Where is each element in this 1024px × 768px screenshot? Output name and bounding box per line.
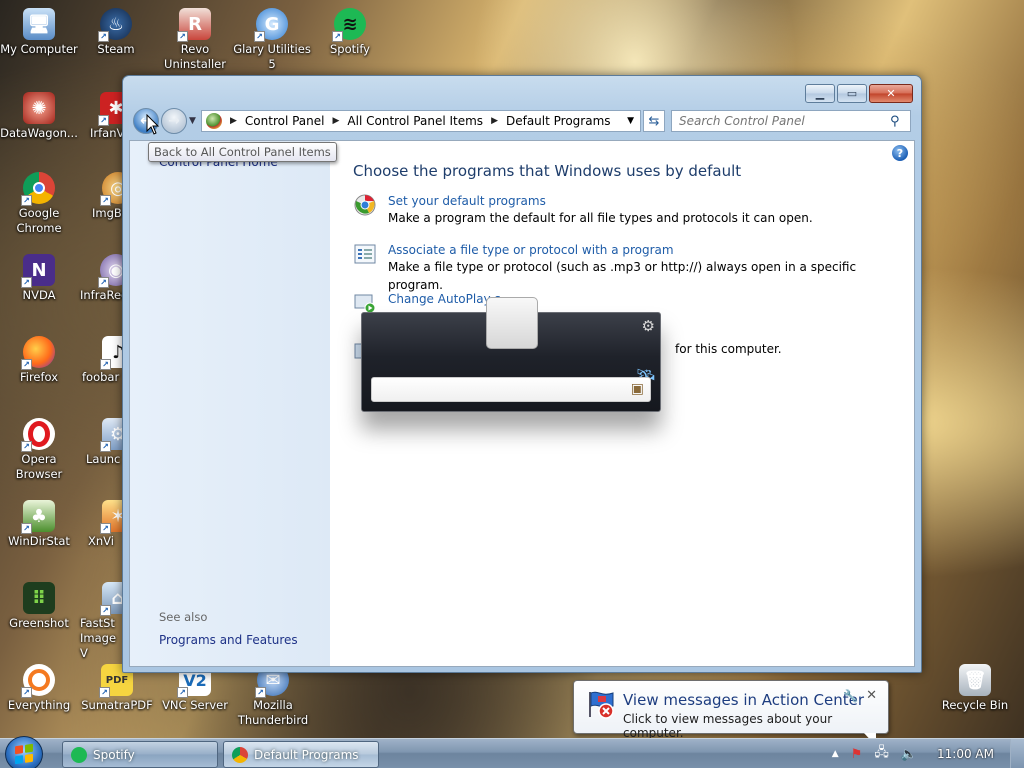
notification-text: Click to view messages about your comput… (623, 712, 833, 740)
file-association-icon (353, 242, 377, 266)
address-bar[interactable]: ▶ Control Panel ▶ All Control Panel Item… (201, 110, 641, 132)
windirstat-icon: ♣ ↗ (21, 500, 55, 534)
notification-title[interactable]: View messages in Action Center (623, 691, 864, 709)
action-center-notification[interactable]: View messages in Action Center Click to … (573, 680, 889, 746)
everything-icon: ↗ (21, 664, 55, 698)
refresh-button[interactable]: ⇆ (643, 110, 665, 132)
left-pane: Control Panel Home See also Programs and… (130, 141, 330, 666)
breadcrumb-separator-icon[interactable]: ▶ (230, 116, 237, 126)
close-icon[interactable]: ✕ (866, 688, 877, 703)
search-box: ⚲ (671, 110, 911, 132)
taskbar-button-spotify[interactable]: Spotify (62, 741, 218, 768)
revo-icon: R ↗ (177, 8, 211, 42)
desktop-icon-everything[interactable]: ↗ Everything (0, 664, 78, 713)
spotify-icon (71, 746, 87, 763)
network-icon[interactable]: 🖧 (874, 743, 889, 765)
desktop-icon-nvda[interactable]: N ↗ NVDA (0, 254, 78, 303)
breadcrumb-separator-icon[interactable]: ▶ (491, 116, 498, 126)
address-dropdown-icon[interactable]: ▼ (627, 116, 634, 126)
desktop-icon-firefox[interactable]: ↗ Firefox (0, 336, 78, 385)
desktop-icon-recycle-bin[interactable]: 🗑 Recycle Bin (936, 664, 1014, 713)
greenshot-icon: ⠿ (23, 582, 55, 614)
breadcrumb-control-panel[interactable]: Control Panel (245, 114, 325, 128)
glary-icon: G ↗ (254, 8, 288, 42)
desktop-icon-launcher[interactable]: ⚙ ↗ Launc (86, 418, 134, 467)
desktop-icon-xnview[interactable]: ✶ ↗ XnVi (88, 500, 134, 549)
desktop-icon-thunderbird[interactable]: ✉ ↗ Mozilla Thunderbird (234, 664, 312, 728)
breadcrumb-separator-icon[interactable]: ▶ (333, 116, 340, 126)
page-title: Choose the programs that Windows uses by… (353, 162, 742, 180)
help-icon[interactable]: ? (892, 145, 908, 161)
show-hidden-icons-icon[interactable]: ▲ (832, 749, 839, 759)
chrome-icon: ↗ (21, 172, 55, 206)
associate-file-type-link[interactable]: Associate a file type or protocol with a… (388, 242, 914, 258)
search-icon[interactable]: ⚲ (890, 114, 906, 129)
desktop-icon-revo[interactable]: R ↗ Revo Uninstaller (156, 8, 234, 72)
program-access-desc: for this computer. (675, 342, 782, 356)
task-set-default-programs: Set your default programs Make a program… (353, 193, 813, 227)
desktop-icon-opera[interactable]: ↗ Opera Browser (0, 418, 78, 482)
minimize-button[interactable]: ▁ (805, 84, 835, 103)
desktop-icon-steam[interactable]: ♨ ↗ Steam (77, 8, 155, 57)
task-associate-file-type: Associate a file type or protocol with a… (353, 242, 914, 294)
associate-file-type-desc: Make a file type or protocol (such as .m… (387, 260, 857, 292)
system-tray: ▲ ⚑ 🖧 🔈 11:00 AM (826, 739, 1024, 768)
close-button[interactable]: ✕ (869, 84, 913, 103)
widget-input-bar[interactable]: ▣ (371, 377, 651, 402)
desktop-icon-datawagon[interactable]: ✺ DataWagon... (0, 92, 78, 141)
wrench-icon[interactable]: 🔧 (843, 689, 858, 703)
volume-icon[interactable]: 🔈 (901, 747, 917, 762)
breadcrumb-default-programs[interactable]: Default Programs (506, 114, 611, 128)
desktop-icon-greenshot[interactable]: ⠿ Greenshot (0, 582, 78, 631)
desktop-icon-faststone[interactable]: ⌂ ↗ FastSt Image V (80, 582, 134, 661)
gear-icon[interactable]: ⚙ (642, 317, 655, 335)
desktop-icon-spotify[interactable]: ≋ ↗ Spotify (311, 8, 389, 57)
desktop-icon-my-computer[interactable]: 🖥 My Computer (0, 8, 78, 57)
taskbar-button-default-programs[interactable]: Default Programs (223, 741, 379, 768)
nvda-icon: N ↗ (21, 254, 55, 288)
desktop-icon-windirstat[interactable]: ♣ ↗ WinDirStat (0, 500, 78, 549)
caption-buttons: ▁ ▭ ✕ (805, 84, 913, 103)
control-panel-icon (206, 113, 222, 129)
search-input[interactable] (679, 112, 890, 130)
forward-button[interactable]: → (161, 108, 187, 134)
start-button[interactable] (5, 736, 43, 768)
programs-and-features-link[interactable]: Programs and Features (159, 633, 298, 647)
control-panel-icon (232, 746, 248, 763)
taskbar: Spotify Default Programs ▲ ⚑ 🖧 🔈 11:00 A… (0, 736, 1024, 768)
navigation-bar: ← → ▼ ▶ Control Panel ▶ All Control Pane… (131, 108, 913, 134)
desktop-icon-infrarecorder[interactable]: ◉ ↗ InfraRec (80, 254, 132, 303)
package-icon: ▣ (630, 381, 644, 397)
computer-icon: 🖥 (23, 8, 55, 40)
breadcrumb-all-items[interactable]: All Control Panel Items (347, 114, 483, 128)
recent-pages-dropdown[interactable]: ▼ (189, 116, 196, 126)
action-center-tray-icon[interactable]: ⚑ (851, 747, 863, 762)
change-autoplay-link[interactable]: Change AutoPlay s (388, 291, 501, 307)
recycle-bin-icon: 🗑 (959, 664, 991, 696)
datawagon-icon: ✺ (23, 92, 55, 124)
desktop-icon-glary[interactable]: G ↗ Glary Utilities 5 (233, 8, 311, 72)
spotify-icon: ≋ ↗ (332, 8, 366, 42)
steam-icon: ♨ ↗ (98, 8, 132, 42)
desktop-icon-chrome[interactable]: ↗ Google Chrome (0, 172, 78, 236)
windows-logo-icon (15, 743, 33, 765)
default-programs-icon (353, 193, 377, 217)
set-default-programs-link[interactable]: Set your default programs (388, 193, 813, 209)
maximize-button[interactable]: ▭ (837, 84, 867, 103)
clock[interactable]: 11:00 AM (937, 747, 994, 761)
overlay-widget: ⚙ 🛰 ▣ (361, 297, 661, 412)
opera-icon: ↗ (21, 418, 55, 452)
desktop-icon-imgburn[interactable]: ◎ ↗ ImgB (80, 172, 134, 221)
show-desktop-button[interactable] (1010, 739, 1024, 768)
back-button-tooltip: Back to All Control Panel Items (148, 142, 337, 162)
set-default-programs-desc: Make a program the default for all file … (388, 211, 813, 225)
firefox-icon: ↗ (21, 336, 55, 370)
see-also-heading: See also (159, 610, 208, 624)
action-center-flag-icon (586, 689, 618, 721)
desktop-icon-foobar[interactable]: ♪ ↗ foobar (82, 336, 134, 385)
widget-handle[interactable] (486, 297, 538, 349)
mouse-pointer-icon (146, 113, 160, 139)
